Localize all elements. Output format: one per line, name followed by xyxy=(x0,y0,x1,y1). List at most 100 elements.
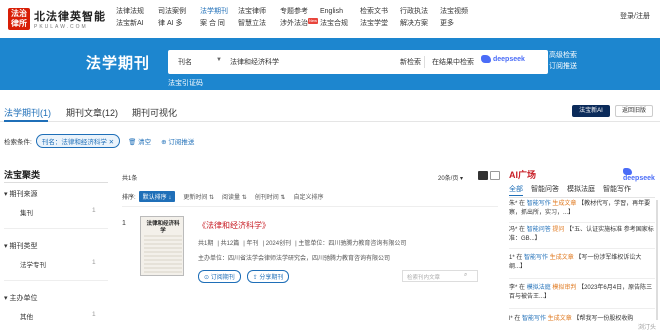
meta-founded: 2024创刊 xyxy=(265,241,292,247)
search-field-select[interactable]: 刊名 xyxy=(178,57,192,67)
ai-tab-all[interactable]: 全部 xyxy=(509,184,523,194)
filter-chip[interactable]: 刊名：法律和经济科学 ✕ xyxy=(35,134,121,148)
ai-feed-item[interactable]: 朱* 在 智能写作 生成文章 【教材代写，学習，再年要察，抓出所，实习，...】 xyxy=(509,200,655,218)
cover-title: 法律和经济科学 xyxy=(146,221,180,234)
logo-title: 北法律英智能 xyxy=(34,10,106,23)
divider xyxy=(4,228,108,229)
tab-visualization[interactable]: 期刊可视化 xyxy=(132,106,177,119)
filter-chip-label: 刊名：法律和经济科学 xyxy=(41,139,107,146)
tab-journals[interactable]: 法学期刊(1) xyxy=(4,106,51,119)
nav-col-9: 法宝视频 更多 xyxy=(440,6,490,30)
divider xyxy=(509,222,655,223)
subscribe-label: 订阅推送 xyxy=(168,139,195,146)
per-page-select[interactable]: 20条/页 ▾ xyxy=(438,173,463,182)
login-register-link[interactable]: 登录/注册 xyxy=(620,11,650,21)
scrollbar[interactable] xyxy=(656,200,658,320)
advanced-links: 高级检索 订阅推送 xyxy=(549,50,577,72)
list-view-icon[interactable] xyxy=(478,171,488,180)
top-navigation-bar: 法治 律所 北法律英智能 PKULAW.COM 法律法规 法宝新AI 司法案例 律… xyxy=(0,0,660,36)
ai-prep: 在 xyxy=(516,255,523,261)
sort-update-time-button[interactable]: 更新时间 ⇅ xyxy=(183,192,214,201)
cluster-section-type[interactable]: ▾ 期刊类型 xyxy=(4,241,37,251)
journal-meta: 共1期 | 共12篇 | 年刊 | 2024创刊 | 主管单位：四川驰腾力教育咨询有限公… xyxy=(198,241,407,247)
cluster-title: 法宝聚类 xyxy=(4,170,41,180)
results-area: 共1条 20条/页 ▾ 排序: 默认排序 ↓ 更新时间 ⇅ 阅读量 ⇅ 创刊时间… xyxy=(118,160,500,333)
ai-tabs: 全部 智能问答 模拟法庭 智能写作 xyxy=(509,184,639,194)
ai-prep: 在 xyxy=(514,316,521,322)
search-within-button[interactable]: 在结果中检索 xyxy=(432,57,474,67)
filter-label: 检索条件: xyxy=(4,139,32,146)
cluster-section-source[interactable]: ▾ 期刊来源 xyxy=(4,189,37,199)
ai-user: 冯* xyxy=(509,227,518,233)
active-tab-indicator xyxy=(4,120,48,122)
back-to-old-button[interactable]: 返回旧版 xyxy=(615,105,653,117)
subscribe-button[interactable]: ⊕ 订阅推送 xyxy=(161,136,194,146)
ai-prep: 在 xyxy=(519,285,526,291)
sort-label: 排序: xyxy=(122,194,136,201)
active-tab-indicator xyxy=(509,195,523,196)
journal-title-link[interactable]: 《法律和经济科学》 xyxy=(198,220,270,231)
cluster-count-source: 1 xyxy=(92,207,96,214)
search-icon[interactable]: ⌕ xyxy=(464,272,467,279)
divider xyxy=(424,56,425,68)
result-tabs: 法学期刊(1) 期刊文章(12) 期刊可视化 法宝新AI 返回旧版 xyxy=(0,100,660,122)
new-search-button[interactable]: 新检索 xyxy=(400,57,421,67)
cluster-count-type: 1 xyxy=(92,259,96,266)
sort-reads-button[interactable]: 阅读量 ⇅ xyxy=(222,192,247,201)
ai-prep: 在 xyxy=(519,201,526,207)
search-input[interactable]: 法律和经济科学 xyxy=(230,57,279,67)
nav-item-videos[interactable]: 法宝视频 xyxy=(440,6,490,18)
deepseek-button[interactable]: deepseek xyxy=(481,55,525,63)
cluster-item-sponsor[interactable]: 其他 xyxy=(20,311,33,321)
ai-plaza-title: AI广场 xyxy=(509,170,537,180)
grid-view-icon[interactable] xyxy=(490,171,500,180)
sort-bar: 排序: 默认排序 ↓ 更新时间 ⇅ 阅读量 ⇅ 创刊时间 ⇅ 自定义排序 xyxy=(122,190,498,202)
ai-action: 生成文章 xyxy=(552,201,577,207)
ai-feature: 智能写作 xyxy=(522,316,547,322)
citation-code-link[interactable]: 法宝引证码 xyxy=(168,78,203,88)
filter-bar: 检索条件: 刊名：法律和经济科学 ✕ 🗑 清空 ⊕ 订阅推送 xyxy=(4,134,194,148)
ai-feed-item[interactable]: 李* 在 模拟法庭 模拟审判 【2023年6月4日，原告陈三百与被告王...】 xyxy=(509,284,655,302)
deepseek-label: deepseek xyxy=(493,55,525,63)
meta-supervisor: 主管单位：四川驰腾力教育咨询有限公司 xyxy=(298,241,407,247)
cluster-section-sponsor[interactable]: ▾ 主办单位 xyxy=(4,293,37,303)
result-total: 共1条 xyxy=(122,176,138,182)
sort-custom-button[interactable]: 自定义排序 xyxy=(293,192,323,201)
journal-cover-image[interactable]: 法律和经济科学 xyxy=(140,216,184,276)
meta-articles: 共12篇 xyxy=(220,241,240,247)
ai-user: 1* xyxy=(509,255,515,261)
ai-tab-writing[interactable]: 智能写作 xyxy=(603,184,631,194)
chevron-down-icon[interactable]: ▼ xyxy=(216,57,222,63)
logo-subtitle: PKULAW.COM xyxy=(34,24,88,30)
sort-default-button[interactable]: 默认排序 ↓ xyxy=(138,190,176,202)
logo-text: 北法律英智能 PKULAW.COM xyxy=(34,8,106,30)
subscribe-journal-label: 订阅期刊 xyxy=(210,275,235,281)
subscribe-journal-button[interactable]: ⊙ 订阅期刊 xyxy=(198,270,241,283)
site-logo[interactable]: 法治 律所 北法律英智能 PKULAW.COM xyxy=(8,8,106,30)
new-ai-button[interactable]: 法宝新AI xyxy=(572,105,610,117)
page-title: 法学期刊 xyxy=(86,55,151,72)
nav-item-more[interactable]: 更多 xyxy=(440,18,490,30)
meta-issues: 共1期 xyxy=(198,241,214,247)
ai-prep: 在 xyxy=(519,227,526,233)
ai-tab-qa[interactable]: 智能问答 xyxy=(531,184,559,194)
ai-feed-item[interactable]: 1* 在 智能写作 生成文章 【写一份涉军维权诉讼大纲...】 xyxy=(509,254,655,272)
share-journal-button[interactable]: ⇪ 分享期刊 xyxy=(246,270,290,283)
subscribe-push-link[interactable]: 订阅推送 xyxy=(549,61,577,72)
journal-sponsor: 主办单位：四川省法学会律师法学研究会，四川驰腾力教育咨询有限公司 xyxy=(198,256,391,262)
advanced-search-link[interactable]: 高级检索 xyxy=(549,50,577,61)
journal-actions: ⊙ 订阅期刊 ⇪ 分享期刊 xyxy=(198,270,295,283)
deepseek-logo-label: deepseek xyxy=(623,175,655,183)
cluster-item-type[interactable]: 法学专刊 xyxy=(20,259,46,269)
clear-filter-button[interactable]: 🗑 清空 xyxy=(128,136,151,146)
ai-feed-item[interactable]: l* 在 智能写作 生成文章 【帮我写一份股权收购 xyxy=(509,315,655,324)
meta-frequency: 年刊 xyxy=(246,241,259,247)
sort-founded-button[interactable]: 创刊时间 ⇅ xyxy=(255,192,286,201)
ai-action: 提问 xyxy=(552,227,565,233)
cluster-item-source[interactable]: 集刊 xyxy=(20,207,33,217)
ai-feed-item[interactable]: 冯* 在 智能问答 提问 【“五、认证实施标准 参考国家标准：GB...】 xyxy=(509,226,655,244)
ai-tab-court[interactable]: 模拟法庭 xyxy=(567,184,595,194)
nav-foreign-law-label: 涉外法治 xyxy=(280,20,308,27)
tab-articles[interactable]: 期刊文章(12) xyxy=(66,106,118,119)
divider xyxy=(509,278,655,279)
